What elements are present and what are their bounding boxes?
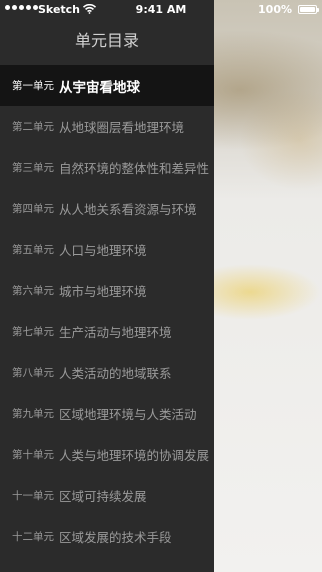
unit-title-label: 生产活动与地理环境 bbox=[59, 325, 172, 340]
unit-number-label: 第七单元 bbox=[12, 326, 54, 338]
unit-title-label: 人类活动的地域联系 bbox=[59, 366, 172, 381]
menu-item-unit-4[interactable]: 第四单元 从人地关系看资源与环境 bbox=[0, 188, 214, 229]
menu-item-unit-5[interactable]: 第五单元 人口与地理环境 bbox=[0, 229, 214, 270]
menu-item-unit-1[interactable]: 第一单元 从宇宙看地球 bbox=[0, 65, 214, 106]
menu-item-unit-8[interactable]: 第八单元 人类活动的地域联系 bbox=[0, 352, 214, 393]
drawer-title: 单元目录 bbox=[74, 31, 139, 50]
unit-number-label: 十一单元 bbox=[12, 490, 54, 502]
status-bar: Sketch 9:41 AM 100% bbox=[0, 0, 322, 20]
unit-title-label: 自然环境的整体性和差异性 bbox=[59, 161, 210, 176]
unit-title-label: 区域地理环境与人类活动 bbox=[59, 407, 197, 422]
unit-number-label: 第六单元 bbox=[12, 285, 54, 297]
unit-title-label: 从地球圈层看地理环境 bbox=[59, 120, 185, 135]
unit-title-label: 区域可持续发展 bbox=[59, 489, 147, 504]
menu-item-unit-9[interactable]: 第九单元 区域地理环境与人类活动 bbox=[0, 393, 214, 434]
menu-item-unit-11[interactable]: 十一单元 区域可持续发展 bbox=[0, 475, 214, 516]
unit-directory-drawer: 单元目录 第一单元 从宇宙看地球 第二单元 从地球圈层看地理环境 第三单元 自然环境的整体… bbox=[0, 0, 214, 572]
unit-number-label: 第二单元 bbox=[12, 121, 54, 133]
unit-number-label: 第四单元 bbox=[12, 203, 54, 215]
menu-item-unit-2[interactable]: 第二单元 从地球圈层看地理环境 bbox=[0, 106, 214, 147]
unit-title-label: 人类与地理环境的协调发展 bbox=[59, 448, 210, 463]
menu-item-unit-12[interactable]: 十二单元 区域发展的技术手段 bbox=[0, 516, 214, 557]
menu-item-unit-3[interactable]: 第三单元 自然环境的整体性和差异性 bbox=[0, 147, 214, 188]
menu-item-unit-7[interactable]: 第七单元 生产活动与地理环境 bbox=[0, 311, 214, 352]
unit-title-label: 城市与地理环境 bbox=[59, 284, 147, 299]
menu-item-unit-10[interactable]: 第十单元 人类与地理环境的协调发展 bbox=[0, 434, 214, 475]
unit-menu: 第一单元 从宇宙看地球 第二单元 从地球圈层看地理环境 第三单元 自然环境的整体性和差异性… bbox=[0, 65, 214, 557]
unit-number-label: 第十单元 bbox=[12, 449, 54, 461]
menu-item-unit-6[interactable]: 第六单元 城市与地理环境 bbox=[0, 270, 214, 311]
unit-number-label: 第三单元 bbox=[12, 162, 54, 174]
unit-number-label: 第八单元 bbox=[12, 367, 54, 379]
unit-number-label: 第九单元 bbox=[12, 408, 54, 420]
unit-number-label: 第五单元 bbox=[12, 244, 54, 256]
unit-number-label: 十二单元 bbox=[12, 531, 54, 543]
unit-title-label: 人口与地理环境 bbox=[59, 243, 147, 258]
unit-title-label: 区域发展的技术手段 bbox=[59, 530, 172, 545]
unit-title-label: 从宇宙看地球 bbox=[59, 79, 140, 96]
battery-percentage: 100% bbox=[258, 3, 292, 16]
battery-icon bbox=[298, 5, 319, 14]
unit-title-label: 从人地关系看资源与环境 bbox=[59, 202, 197, 217]
unit-number-label: 第一单元 bbox=[12, 80, 54, 92]
